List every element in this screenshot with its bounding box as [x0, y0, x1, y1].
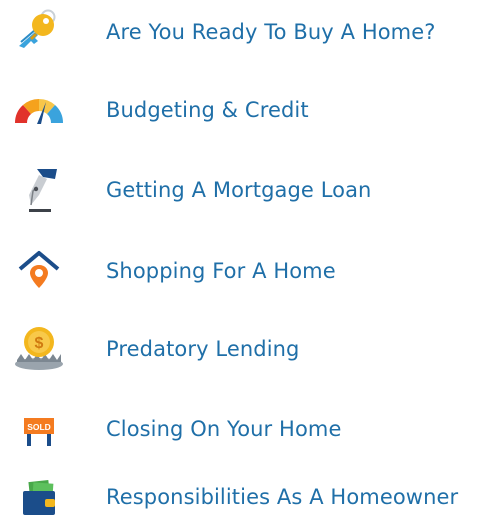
- topic-item-closing-home[interactable]: SOLD Closing On Your Home: [0, 403, 495, 457]
- topic-item-ready-to-buy[interactable]: Are You Ready To Buy A Home?: [0, 4, 495, 58]
- topic-item-mortgage-loan[interactable]: Getting A Mortgage Loan: [0, 163, 495, 217]
- topic-label: Closing On Your Home: [106, 417, 342, 441]
- sold-sign-icon: SOLD: [8, 403, 70, 457]
- pen-nib-icon: [8, 163, 70, 217]
- topic-label: Shopping For A Home: [106, 259, 336, 283]
- sold-sign-text: SOLD: [27, 422, 51, 432]
- topic-item-homeowner-responsibilities[interactable]: Responsibilities As A Homeowner: [0, 469, 495, 523]
- topic-item-shopping-home[interactable]: Shopping For A Home: [0, 243, 495, 297]
- topic-label: Getting A Mortgage Loan: [106, 178, 372, 202]
- coin-trap-icon: $: [8, 321, 70, 375]
- house-location-icon: [8, 243, 70, 297]
- topic-item-budgeting-credit[interactable]: Budgeting & Credit: [0, 82, 495, 136]
- topic-label: Budgeting & Credit: [106, 98, 309, 122]
- wallet-icon: [8, 469, 70, 523]
- svg-text:$: $: [35, 335, 44, 352]
- topic-label: Responsibilities As A Homeowner: [106, 485, 459, 509]
- topic-list: Are You Ready To Buy A Home? Budgeting &…: [0, 0, 495, 523]
- topic-label: Are You Ready To Buy A Home?: [106, 20, 436, 44]
- topic-label: Predatory Lending: [106, 337, 300, 361]
- credit-gauge-icon: [8, 82, 70, 136]
- topic-item-predatory-lending[interactable]: $ Predatory Lending: [0, 321, 495, 375]
- keys-icon: [8, 4, 70, 58]
